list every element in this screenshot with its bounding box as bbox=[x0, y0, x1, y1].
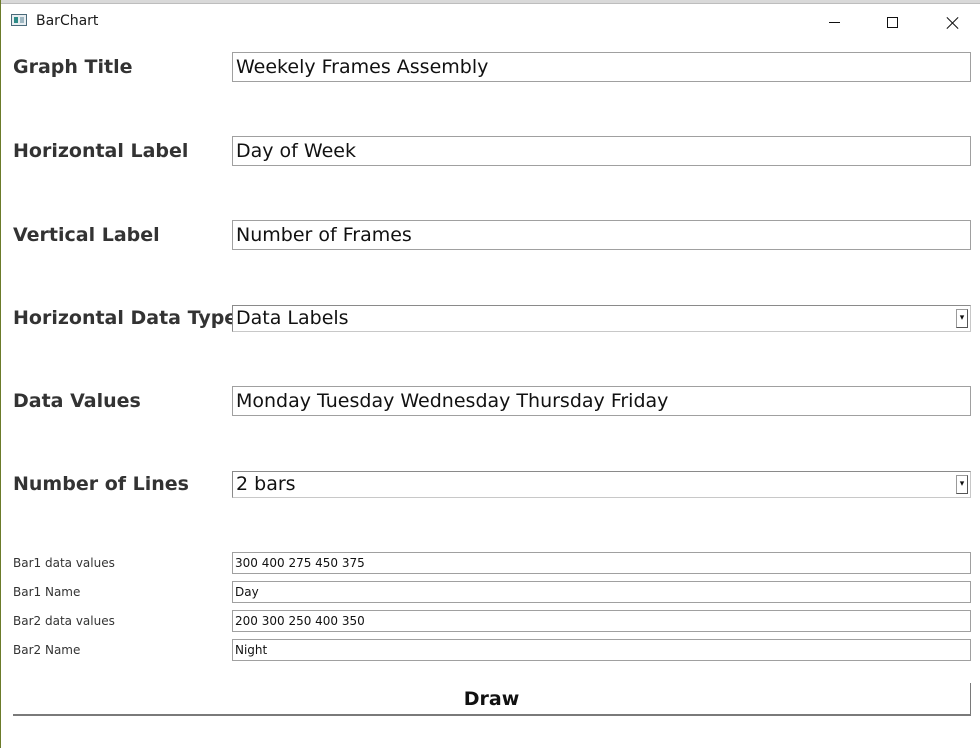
window-title: BarChart bbox=[36, 13, 99, 29]
close-button[interactable] bbox=[923, 4, 980, 40]
vertical-label-label: Vertical Label bbox=[13, 224, 160, 246]
graph-title-label: Graph Title bbox=[13, 56, 133, 78]
minimize-icon bbox=[828, 21, 840, 23]
bar1-name-input[interactable] bbox=[232, 581, 971, 603]
data-values-input[interactable] bbox=[232, 386, 971, 416]
bar-chart-app-icon bbox=[11, 14, 27, 26]
barchart-window: BarChart Graph Title Horizontal Label Ve… bbox=[0, 0, 980, 748]
horizontal-label-input[interactable] bbox=[232, 136, 971, 166]
chevron-down-icon[interactable]: ▾ bbox=[956, 475, 968, 494]
number-of-lines-value: 2 bars bbox=[236, 473, 296, 495]
horizontal-data-type-label: Horizontal Data Type bbox=[13, 307, 238, 329]
number-of-lines-label: Number of Lines bbox=[13, 473, 189, 495]
horizontal-data-type-select[interactable]: Data Labels ▾ bbox=[232, 305, 971, 332]
close-icon bbox=[946, 16, 959, 29]
data-values-label: Data Values bbox=[13, 390, 141, 412]
bar2-name-label: Bar2 Name bbox=[13, 643, 81, 657]
bar1-data-values-label: Bar1 data values bbox=[13, 556, 115, 570]
minimize-button[interactable] bbox=[805, 4, 863, 40]
bar1-data-values-input[interactable] bbox=[232, 552, 971, 574]
bar2-data-values-label: Bar2 data values bbox=[13, 614, 115, 628]
bar2-name-input[interactable] bbox=[232, 639, 971, 661]
title-bar[interactable]: BarChart bbox=[1, 4, 980, 40]
bar1-name-label: Bar1 Name bbox=[13, 585, 81, 599]
number-of-lines-select[interactable]: 2 bars ▾ bbox=[232, 471, 971, 498]
vertical-label-input[interactable] bbox=[232, 220, 971, 250]
maximize-icon bbox=[886, 16, 898, 28]
chevron-down-icon[interactable]: ▾ bbox=[956, 309, 968, 328]
graph-title-input[interactable] bbox=[232, 52, 971, 82]
draw-button[interactable]: Draw bbox=[13, 683, 971, 716]
horizontal-data-type-value: Data Labels bbox=[236, 307, 349, 329]
bar2-data-values-input[interactable] bbox=[232, 610, 971, 632]
horizontal-label-label: Horizontal Label bbox=[13, 140, 189, 162]
maximize-button[interactable] bbox=[863, 4, 921, 40]
